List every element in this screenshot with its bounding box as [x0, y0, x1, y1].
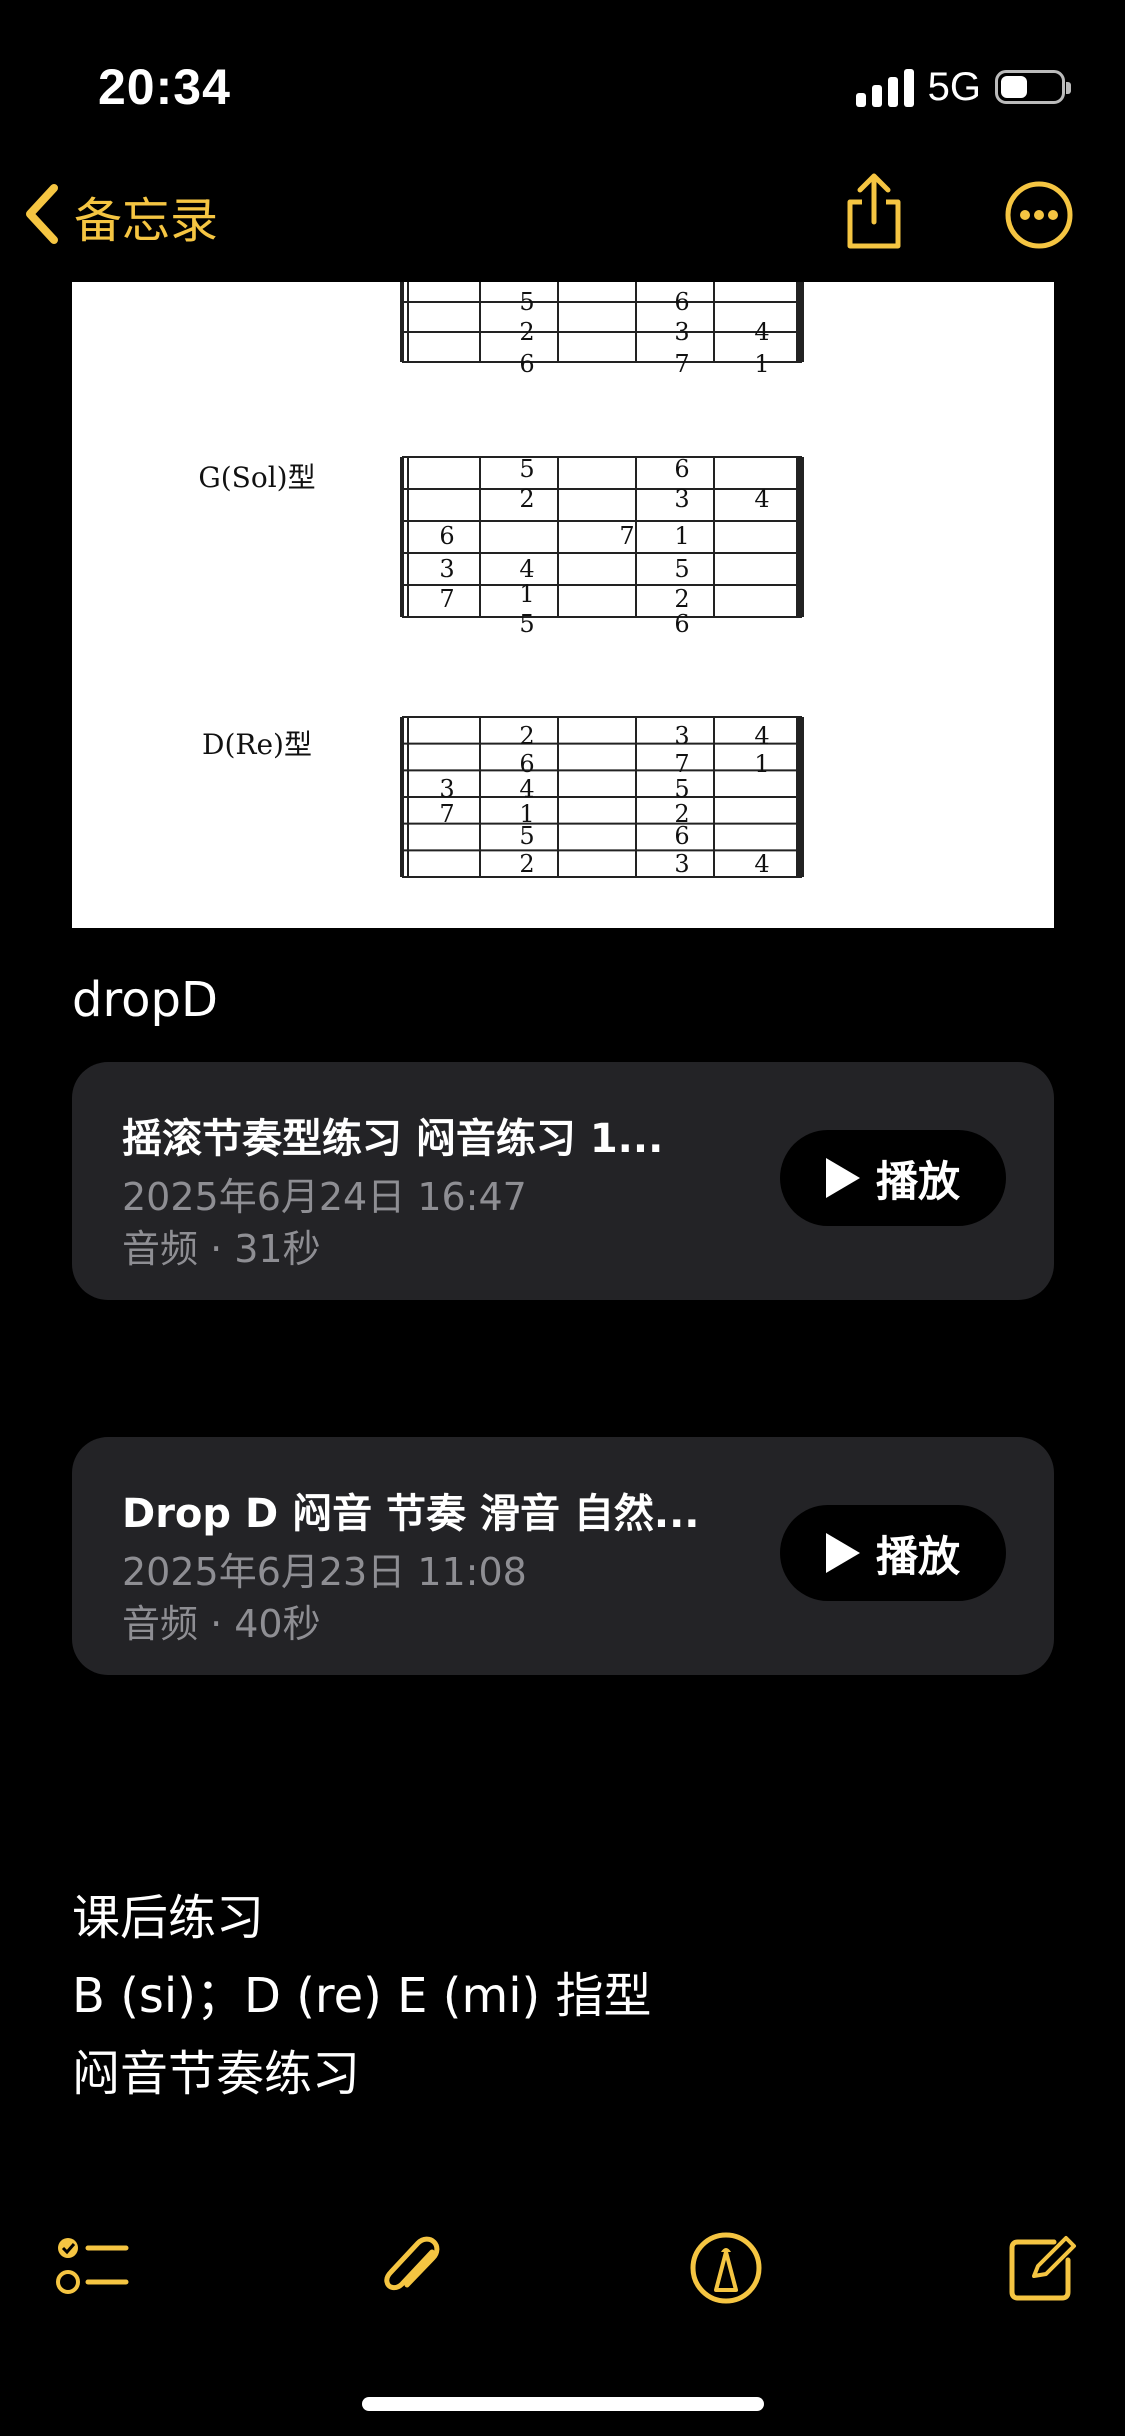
tab-note: 6: [519, 750, 534, 778]
compose-icon[interactable]: [1004, 2230, 1080, 2311]
homework-line: B (si)；D (re) E (mi) 指型: [72, 1968, 652, 2024]
audio-meta: 音频 · 31秒: [122, 1227, 321, 1271]
tab-note: 1: [674, 522, 689, 550]
tab-note: 7: [439, 585, 454, 613]
tab-note: 4: [754, 722, 769, 750]
tab-note: 6: [439, 522, 454, 550]
share-icon[interactable]: [842, 172, 906, 257]
more-icon[interactable]: [1004, 180, 1074, 255]
tab-note: 5: [674, 775, 689, 803]
audio-attachment[interactable]: 摇滚节奏型练习 闷音练习 1... 2025年6月24日 16:47 音频 · …: [72, 1062, 1054, 1300]
tab-note: 3: [674, 318, 689, 346]
section-label: dropD: [72, 972, 218, 1028]
tab-note: 6: [674, 822, 689, 850]
chevron-left-icon: [24, 183, 60, 249]
tab-note: 6: [519, 350, 534, 378]
pattern-label: G(Sol)型: [198, 461, 315, 494]
battery-icon: [995, 70, 1071, 104]
tab-note: 3: [439, 775, 454, 803]
tab-note: 3: [674, 722, 689, 750]
markup-icon[interactable]: [688, 2230, 764, 2311]
tab-note: 1: [754, 750, 769, 778]
network-label: 5G: [927, 64, 981, 109]
tab-note: 3: [439, 555, 454, 583]
tab-note: 5: [519, 288, 534, 316]
tab-note: 5: [519, 610, 534, 638]
play-button[interactable]: 播放: [780, 1130, 1006, 1226]
tab-note: 1: [519, 580, 534, 608]
tab-note: 4: [519, 555, 534, 583]
tab-note: 2: [519, 318, 534, 346]
home-indicator[interactable]: [362, 2397, 764, 2411]
tab-note: 3: [674, 485, 689, 513]
tab-note: 1: [754, 350, 769, 378]
tab-note: 6: [674, 610, 689, 638]
play-icon: [825, 1158, 860, 1198]
back-button[interactable]: 备忘录: [24, 176, 218, 256]
play-label: 播放: [875, 1531, 960, 1581]
tab-note: 3: [674, 850, 689, 878]
status-time: 20:34: [98, 59, 231, 115]
note-image-guitar-patterns[interactable]: 5 2 6 6 3 7 4 1 G(Sol)型 5 2 4 1 5 6 3 7 7 6 3 1 5 2 6 4 D(Re)型 2 6 3…: [72, 282, 1054, 928]
tab-note: 6: [674, 288, 689, 316]
tab-note: 4: [754, 850, 769, 878]
play-button[interactable]: 播放: [780, 1505, 1006, 1601]
tab-note: 5: [519, 822, 534, 850]
tab-note: 7: [439, 800, 454, 828]
tab-note: 5: [519, 455, 534, 483]
homework-line: 闷音节奏练习: [72, 2046, 361, 2102]
tab-note: 4: [754, 318, 769, 346]
tab-note: 2: [519, 485, 534, 513]
tab-note: 2: [519, 722, 534, 750]
tab-note: 2: [519, 850, 534, 878]
paperclip-icon[interactable]: [374, 2230, 450, 2311]
tab-note: 5: [674, 555, 689, 583]
audio-date: 2025年6月24日 16:47: [122, 1175, 527, 1219]
checklist-icon[interactable]: [54, 2230, 130, 2311]
tab-note: 4: [519, 775, 534, 803]
play-icon: [825, 1533, 860, 1573]
play-label: 播放: [875, 1156, 960, 1206]
status-indicators: 5G: [855, 62, 1071, 112]
tab-note: 7: [674, 750, 689, 778]
audio-date: 2025年6月23日 11:08: [122, 1550, 527, 1594]
audio-meta: 音频 · 40秒: [122, 1602, 321, 1646]
pattern-label: D(Re)型: [202, 728, 312, 761]
tab-note: 6: [674, 455, 689, 483]
homework-heading: 课后练习: [72, 1890, 265, 1946]
audio-attachment[interactable]: Drop D 闷音 节奏 滑音 自然... 2025年6月23日 11:08 音…: [72, 1437, 1054, 1675]
tab-note: 4: [754, 485, 769, 513]
back-label: 备忘录: [74, 193, 219, 249]
audio-title: Drop D 闷音 节奏 滑音 自然...: [122, 1491, 700, 1537]
tab-note: 7: [619, 522, 634, 550]
tab-note: 7: [674, 350, 689, 378]
signal-icon: [855, 67, 914, 107]
audio-title: 摇滚节奏型练习 闷音练习 1...: [122, 1116, 664, 1162]
tab-note: 2: [674, 585, 689, 613]
